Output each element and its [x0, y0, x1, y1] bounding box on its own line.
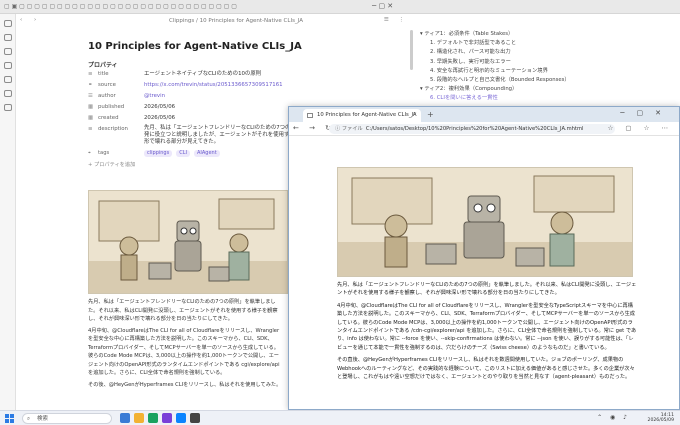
- file-icon: ⓘ: [335, 126, 342, 132]
- article-illustration: [337, 167, 633, 277]
- outline-item[interactable]: ▾ ティア2：複利効果（Compounding）: [420, 85, 675, 94]
- note-body-text: 先月、私は「エージェントフレンドリーなCLIのための7つの原則」を執筆しました。…: [88, 298, 284, 392]
- browser-tab[interactable]: 10 Principles for Agent-Native CLIs_JA ✕: [303, 109, 421, 122]
- toolbar-icons[interactable]: ☆ ▢ ☆ ⋯: [608, 124, 674, 132]
- top-tab-strip: ▢ ▣ ▢ ▢ ▢ ▢ ▢ ▢ ▢ ▢ ▢ ▢ ▢ ▢ ▢ ▢ ▢ ▢ ▢ ▢ …: [0, 0, 680, 14]
- paragraph: 先月、私は「エージェントフレンドリーなCLIのための7つの原則」を執筆しました。…: [337, 282, 637, 297]
- tag-pill[interactable]: clippings: [144, 150, 173, 157]
- folder-icon[interactable]: [134, 413, 144, 423]
- desktop: ▢ ▣ ▢ ▢ ▢ ▢ ▢ ▢ ▢ ▢ ▢ ▢ ▢ ▢ ▢ ▢ ▢ ▢ ▢ ▢ …: [0, 0, 680, 425]
- note-title[interactable]: 10 Principles for Agent-Native CLIs_JA: [88, 40, 408, 53]
- note-actions-icon[interactable]: ☰ ⋮: [384, 17, 408, 23]
- terminal-icon[interactable]: [190, 413, 200, 423]
- outline-panel: ▾ ティア1：必須条件（Table Stakes） 1. デフォルトで非対話型で…: [420, 30, 675, 104]
- obsidian-icon[interactable]: [162, 413, 172, 423]
- obsidian-ribbon: [0, 14, 16, 410]
- properties-heading: プロパティ: [88, 62, 118, 69]
- breadcrumb: Clippings / 10 Principles for Agent-Nati…: [169, 18, 303, 24]
- tag-pill[interactable]: AIAgent: [193, 150, 220, 157]
- app-icon[interactable]: [148, 413, 158, 423]
- note-scrollbar[interactable]: [410, 30, 413, 70]
- tag-pill[interactable]: CLI: [176, 150, 190, 157]
- tag-icon: ⌖: [88, 150, 91, 156]
- windows-taskbar: ⌕ 検索 ⌃ ◉ ♪ 14:11 2026/05/09: [0, 410, 680, 425]
- browser-toolbar: ← → ↻ ⓘ ファイル C:/Users/satos/Desktop/10%2…: [289, 122, 679, 136]
- search-icon[interactable]: [4, 34, 12, 41]
- system-tray-icons[interactable]: ⌃ ◉ ♪: [597, 414, 630, 421]
- text-icon: ≡: [88, 126, 93, 132]
- page-icon: [307, 113, 313, 118]
- calendar-icon: ▦: [88, 104, 94, 110]
- address-bar[interactable]: ⓘ ファイル C:/Users/satos/Desktop/10%20Princ…: [329, 124, 615, 134]
- windows-start-icon[interactable]: [5, 414, 14, 423]
- article-text: 先月、私は「エージェントフレンドリーなCLIのための7つの原則」を執筆しました。…: [337, 281, 637, 385]
- clock[interactable]: 14:11 2026/05/09: [634, 413, 674, 423]
- new-tab-button[interactable]: +: [427, 110, 434, 119]
- graph-icon[interactable]: [4, 62, 12, 69]
- browser-window: 10 Principles for Agent-Native CLIs_JA ✕…: [288, 106, 680, 410]
- outline-item[interactable]: 3. 早期失敗し、実行可能なエラー: [420, 58, 675, 67]
- outline-item[interactable]: ▾ ティア1：必須条件（Table Stakes）: [420, 30, 675, 39]
- search-icon: ⌕: [27, 416, 31, 422]
- command-icon[interactable]: [4, 104, 12, 111]
- app-icon[interactable]: [120, 413, 130, 423]
- list-icon: ☰: [88, 93, 93, 99]
- outline-item[interactable]: 2. 構造化され、パース可能な出力: [420, 48, 675, 57]
- calendar-icon[interactable]: [4, 76, 12, 83]
- outline-item[interactable]: 6. CLIを問いに答える一貫性: [420, 94, 675, 103]
- taskbar-search[interactable]: ⌕ 検索: [22, 413, 112, 424]
- edge-icon[interactable]: [176, 413, 186, 423]
- paragraph: 4月中旬、@CloudflareはThe CLI for all of Clou…: [337, 302, 637, 351]
- outline-item[interactable]: 4. 安全な再試行と明示的なミューテーション境界: [420, 67, 675, 76]
- nav-arrows[interactable]: ‹ ›: [20, 17, 41, 23]
- files-icon[interactable]: [4, 20, 12, 27]
- calendar-icon: ▦: [88, 115, 94, 121]
- bookmark-icon[interactable]: [4, 48, 12, 55]
- property-title[interactable]: ≡ title エージェントネイティブなCLIのための10の原則: [88, 69, 408, 80]
- outline-item[interactable]: 1. デフォルトで非対話型であること: [420, 39, 675, 48]
- property-author[interactable]: ☰ author @trevin: [88, 91, 408, 102]
- link-icon: ⚭: [88, 82, 93, 88]
- browser-tab-strip: 10 Principles for Agent-Native CLIs_JA ✕…: [289, 107, 679, 122]
- paragraph: その後、@HeyGenがHyperframes CLIをリリースし、私はそれを使…: [88, 381, 282, 388]
- text-icon: ≡: [88, 71, 93, 77]
- outline-item[interactable]: 5. 段階的なヘルプと自己文書化（Bounded Responses）: [420, 76, 675, 85]
- taskbar-apps: [120, 413, 200, 423]
- tab-group-icons[interactable]: ▢ ▣ ▢ ▢ ▢ ▢ ▢ ▢ ▢ ▢ ▢ ▢ ▢ ▢ ▢ ▢ ▢ ▢ ▢ ▢ …: [4, 3, 237, 10]
- article-illustration: [88, 190, 288, 294]
- obsidian-window-controls[interactable]: ─ ▢ ✕: [372, 2, 393, 10]
- close-tab-icon[interactable]: ✕: [413, 109, 417, 122]
- paragraph: 4月中旬、@CloudflareはThe CLI for all of Clou…: [88, 327, 280, 377]
- browser-window-controls[interactable]: ─▢✕: [620, 109, 673, 117]
- obsidian-note-header: ‹ › Clippings / 10 Principles for Agent-…: [16, 14, 412, 28]
- property-source[interactable]: ⚭ source https://x.com/trevin/status/205…: [88, 80, 408, 91]
- paragraph: 先月、私は「エージェントフレンドリーなCLIのための7つの原則」を執筆しました。…: [88, 299, 278, 322]
- paragraph: その直後、@HeyGenがHyperframes CLIをリリースし、私はそれを…: [337, 357, 635, 381]
- canvas-icon[interactable]: [4, 90, 12, 97]
